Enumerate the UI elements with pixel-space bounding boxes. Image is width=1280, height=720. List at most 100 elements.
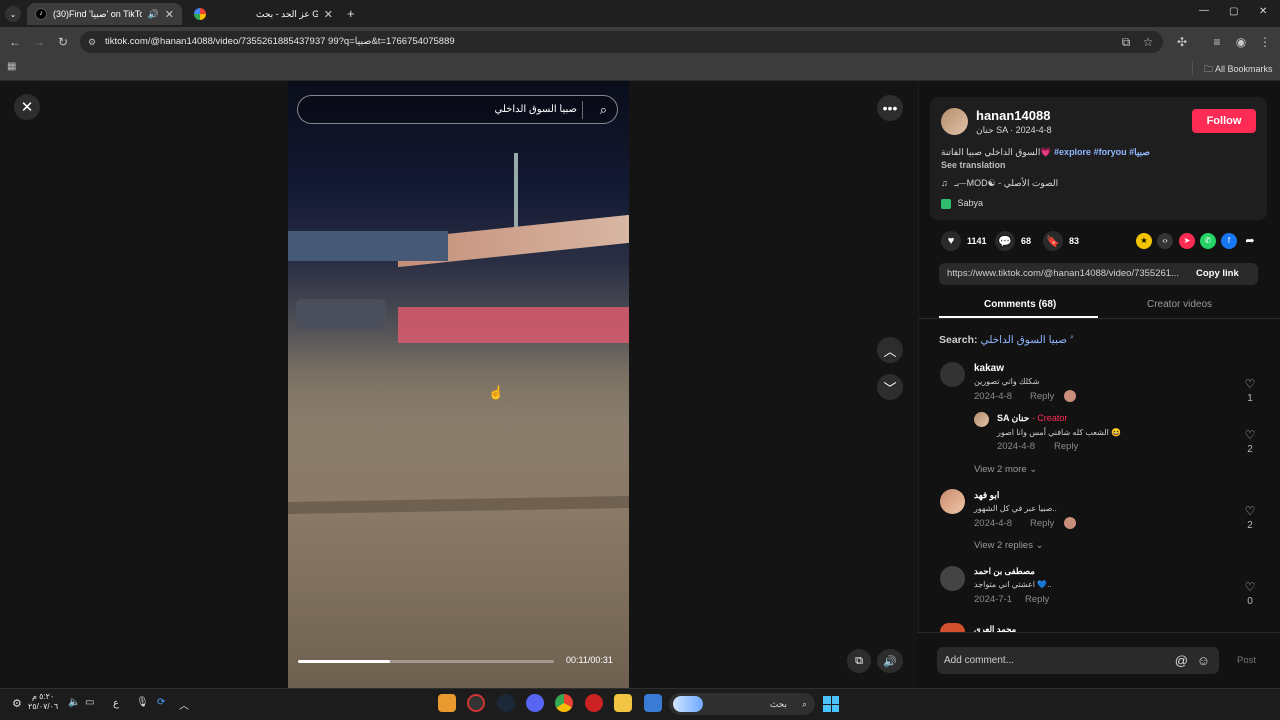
comment-icon: 💬	[995, 231, 1015, 251]
commenter-avatar[interactable]	[940, 489, 965, 514]
app-icon-8[interactable]	[644, 694, 662, 712]
menu-icon[interactable]: ⋮	[1257, 34, 1273, 50]
chrome-icon[interactable]	[555, 694, 573, 712]
extensions-icon[interactable]: ✣	[1174, 34, 1190, 50]
comment-stat[interactable]: 💬 68	[995, 231, 1031, 251]
close-video-button[interactable]: ✕	[14, 94, 40, 120]
caption-hashtags[interactable]: #explore #foryou #صبيا	[1054, 147, 1150, 157]
comment-username[interactable]: kakaw	[974, 363, 1004, 374]
windows-start-icon[interactable]	[823, 696, 839, 712]
mention-icon[interactable]: @	[1175, 647, 1188, 674]
volume-button[interactable]: 🔊	[877, 649, 903, 673]
clock[interactable]: ٥:٢٠ م ٢٥/٠٧/٠٦	[28, 692, 58, 712]
bookmark-star-icon[interactable]: ☆	[1140, 34, 1156, 50]
reply-reply-button[interactable]: Reply	[1054, 441, 1078, 452]
tab-comments[interactable]: Comments (68)	[984, 299, 1056, 310]
sync-tray-icon[interactable]: ⟳	[157, 697, 165, 708]
steam-icon[interactable]	[497, 694, 515, 712]
profile-icon[interactable]: ◉	[1233, 34, 1249, 50]
speaker-tray-icon[interactable]: 🔈	[68, 697, 80, 708]
app-icon-6[interactable]	[585, 694, 603, 712]
floating-player-button[interactable]: ⧉	[847, 649, 871, 673]
more-options-button[interactable]: •••	[877, 95, 903, 121]
author-username[interactable]: hanan14088	[976, 108, 1050, 123]
author-avatar[interactable]	[941, 108, 968, 135]
tab-search-button[interactable]: ⌄	[5, 6, 21, 22]
forward-icon[interactable]: →	[31, 34, 47, 50]
tab-google[interactable]: عز الحد - بحث Google ✕	[186, 3, 341, 25]
reply-button[interactable]: Reply	[1030, 391, 1054, 402]
comment-username[interactable]: مصطفى بن احمد	[974, 566, 1035, 577]
address-bar[interactable]: ⚙ tiktok.com/@hanan14088/video/735526188…	[80, 31, 1163, 53]
post-comment-button[interactable]: Post	[1237, 655, 1256, 666]
save-stat[interactable]: 🔖 83	[1043, 231, 1079, 251]
video-search-bar[interactable]: صبيا السوق الداخلي ⌕	[297, 95, 618, 124]
new-tab-button[interactable]: +	[347, 6, 355, 21]
music-note-icon: ♫	[941, 178, 948, 188]
language-indicator[interactable]: ع	[113, 698, 119, 709]
video-link[interactable]: https://www.tiktok.com/@hanan14088/video…	[947, 268, 1189, 279]
comment-username[interactable]: محمد العري	[974, 624, 1016, 632]
discord-icon[interactable]	[526, 694, 544, 712]
comment-username[interactable]: ابو فهد	[974, 490, 999, 501]
reply-button[interactable]: Reply	[1030, 518, 1054, 529]
next-video-button[interactable]: ﹀	[877, 374, 903, 400]
reload-icon[interactable]: ↻	[55, 34, 71, 50]
close-window-icon[interactable]: ✕	[1259, 6, 1267, 17]
comment-like-heart-icon[interactable]: ♡	[1243, 580, 1257, 594]
facebook-icon[interactable]: f	[1221, 233, 1237, 249]
previous-video-button[interactable]: ︿	[877, 337, 903, 363]
embed-code-icon[interactable]: ‹›	[1157, 233, 1173, 249]
apps-grid-icon[interactable]: ▦	[7, 61, 16, 72]
music-row[interactable]: ♫ بـ⏤MOD☯ - الصوت الأصلي	[941, 178, 1058, 189]
install-app-icon[interactable]: ⧉	[1118, 34, 1134, 50]
whatsapp-icon[interactable]: ✆	[1200, 233, 1216, 249]
copy-link-button[interactable]: Copy link	[1196, 268, 1239, 279]
follow-button[interactable]: Follow	[1192, 109, 1256, 133]
app-icon-2[interactable]	[467, 694, 485, 712]
microphone-tray-icon[interactable]: 🎙	[136, 697, 149, 708]
search-icon[interactable]: ⌕	[600, 96, 607, 123]
minimize-icon[interactable]: —	[1199, 5, 1209, 16]
reply-button[interactable]: Reply	[1025, 594, 1049, 605]
location-tag[interactable]: Sabya	[941, 198, 983, 209]
clock-date: ٢٥/٠٧/٠٦	[28, 702, 59, 711]
media-control-icon[interactable]: ≡	[1209, 34, 1225, 50]
share-arrow-icon[interactable]: ➦	[1242, 233, 1258, 249]
app-icon-1[interactable]	[438, 694, 456, 712]
commenter-avatar[interactable]	[940, 362, 965, 387]
comment-like-heart-icon[interactable]: ♡	[1243, 377, 1257, 391]
commenter-avatar[interactable]	[940, 566, 965, 591]
view-replies[interactable]: View 2 replies ⌄	[974, 540, 1044, 551]
reply-like-heart-icon[interactable]: ♡	[1243, 428, 1257, 442]
tab-tiktok[interactable]: ♪ (30)Find 'صبيا' on TikTok | T 🔊 ✕	[27, 3, 182, 25]
file-explorer-icon[interactable]	[614, 694, 632, 712]
site-info-icon[interactable]: ⚙	[88, 31, 96, 53]
show-hidden-icons-icon[interactable]: ︿	[179, 697, 189, 712]
location-name: Sabya	[957, 198, 984, 208]
reply-author[interactable]: SA حنان - Creator	[997, 413, 1067, 424]
video-player[interactable]	[288, 81, 629, 688]
speaker-icon[interactable]: 🔊	[148, 9, 159, 20]
back-icon[interactable]: ←	[7, 34, 23, 50]
settings-tray-icon[interactable]: ⚙	[12, 697, 22, 710]
like-stat[interactable]: ♥ 1141	[941, 231, 987, 251]
emoji-icon[interactable]: ☺	[1197, 647, 1210, 674]
close-tab-icon[interactable]: ✕	[324, 8, 333, 21]
taskbar-search[interactable]: بحث ⌕	[669, 693, 815, 715]
send-icon[interactable]: ➤	[1179, 233, 1195, 249]
comment-input[interactable]: Add comment... @ ☺	[937, 647, 1219, 674]
coin-share-icon[interactable]: ★	[1136, 233, 1152, 249]
all-bookmarks[interactable]: 🗀 All Bookmarks	[1204, 62, 1273, 78]
view-more-replies[interactable]: View 2 more ⌄	[974, 464, 1037, 475]
commenter-avatar[interactable]	[940, 623, 965, 632]
comment-like-heart-icon[interactable]: ♡	[1243, 504, 1257, 518]
close-tab-icon[interactable]: ✕	[165, 8, 174, 21]
network-tray-icon[interactable]: ▭	[85, 697, 94, 708]
reply-avatar[interactable]	[974, 412, 989, 427]
see-translation-link[interactable]: See translation	[941, 160, 1006, 170]
url-text: tiktok.com/@hanan14088/video/73552618854…	[105, 36, 455, 47]
tab-creator-videos[interactable]: Creator videos	[1147, 299, 1212, 310]
search-hint[interactable]: Search: صبيا السوق الداخلي ⌕	[939, 334, 1074, 346]
maximize-icon[interactable]: ▢	[1229, 6, 1238, 17]
